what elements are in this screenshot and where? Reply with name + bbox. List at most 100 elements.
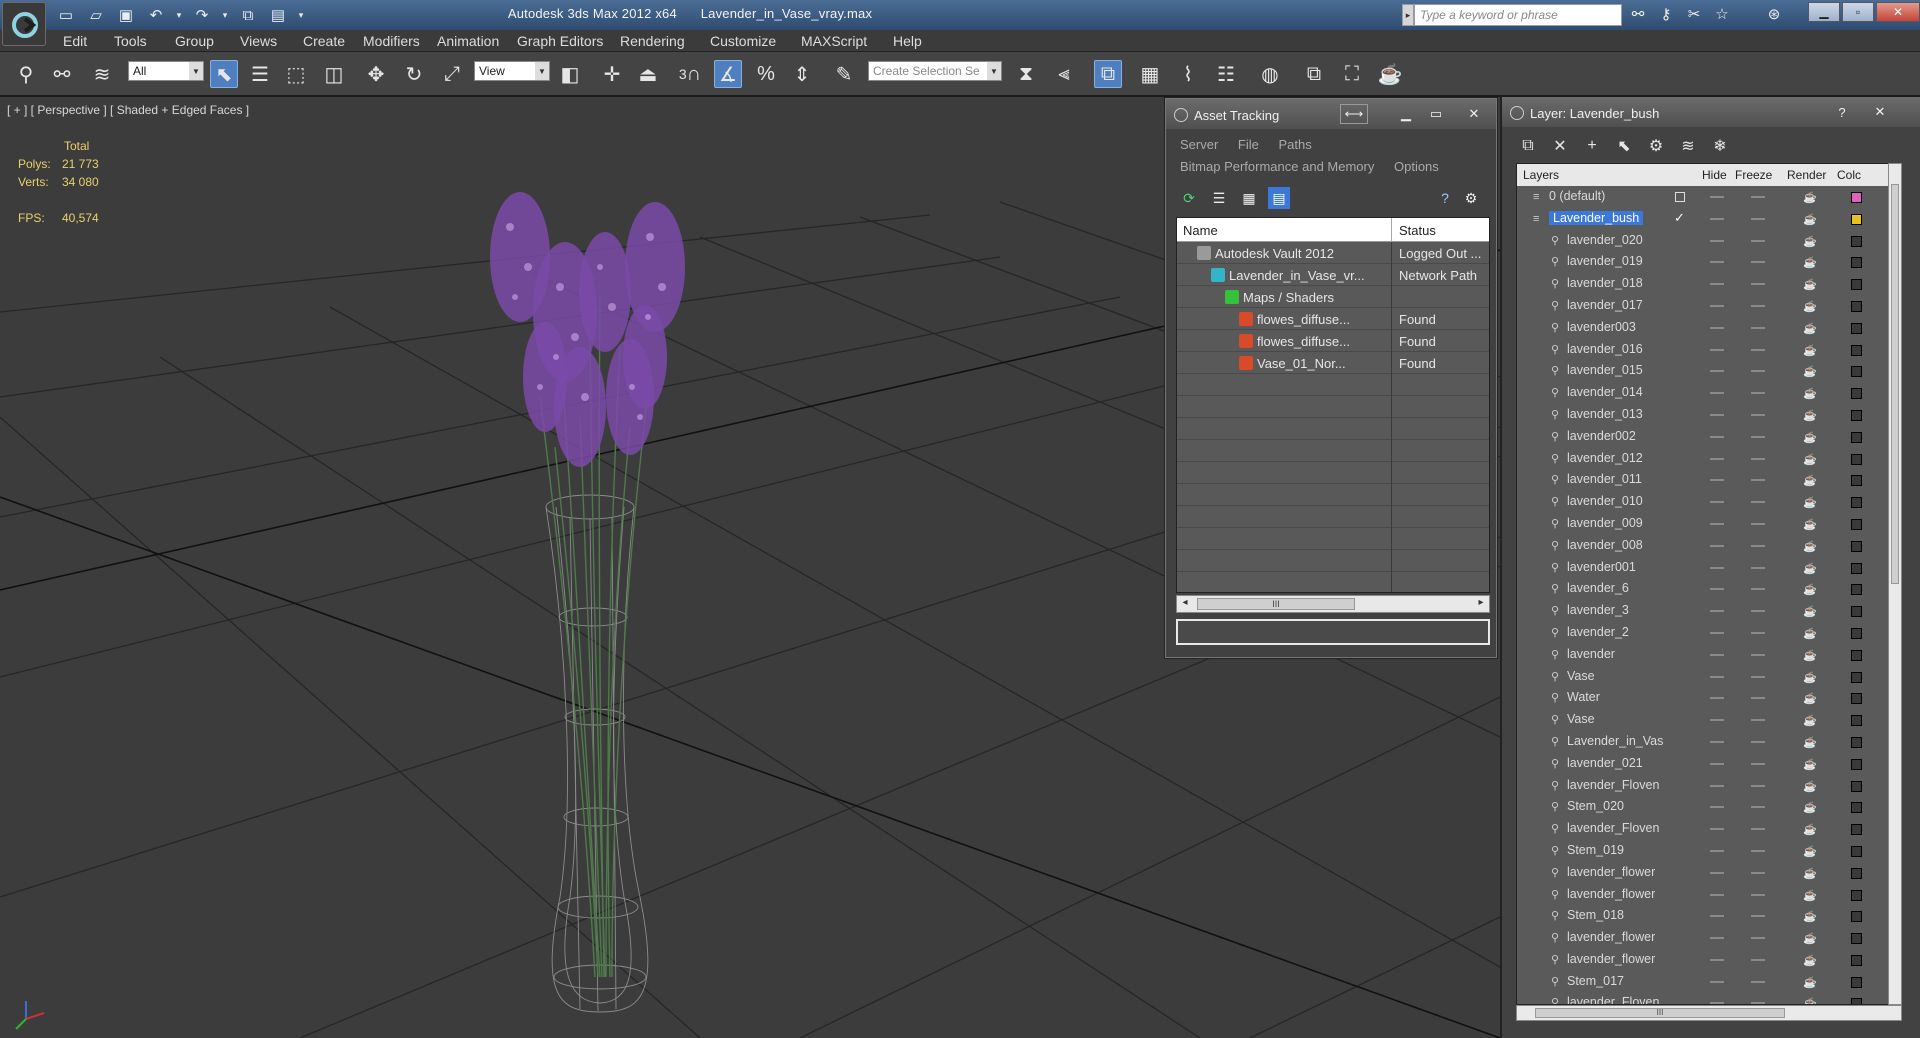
asset-menu-server[interactable]: Server: [1180, 137, 1218, 152]
layer-manager-icon[interactable]: ⧉: [1094, 60, 1122, 88]
layer-color-swatch[interactable]: [1851, 344, 1862, 356]
render-teapot-icon[interactable]: ☕: [1803, 627, 1817, 640]
layer-color-swatch[interactable]: [1851, 627, 1862, 639]
scroll-thumb[interactable]: III: [1197, 598, 1355, 610]
reference-coordinate-dropdown[interactable]: View ▼: [474, 61, 550, 81]
hide-toggle[interactable]: [1710, 522, 1724, 525]
asset-tracking-title-bar[interactable]: Asset Tracking ⟷ ▁ ▭ ✕: [1166, 99, 1496, 129]
layer-color-swatch[interactable]: [1851, 322, 1862, 334]
layer-horizontal-scrollbar[interactable]: III: [1516, 1005, 1902, 1021]
column-name[interactable]: Name: [1183, 223, 1218, 238]
layer-color-swatch[interactable]: [1851, 213, 1862, 225]
layer-name[interactable]: lavender_015: [1567, 363, 1643, 377]
render-teapot-icon[interactable]: ☕: [1803, 431, 1817, 444]
layer-row[interactable]: ⚲ lavender_Floven ☕: [1517, 775, 1901, 797]
pivot-center-icon[interactable]: ◧: [556, 60, 584, 88]
select-and-scale-icon[interactable]: ⤢: [438, 60, 466, 88]
layer-row[interactable]: ⚲ lavender_010 ☕: [1517, 491, 1901, 513]
layer-color-swatch[interactable]: [1851, 235, 1862, 247]
render-teapot-icon[interactable]: ☕: [1803, 736, 1817, 749]
mirror-icon[interactable]: ⧗: [1012, 60, 1040, 88]
layer-row[interactable]: ⚲ lavender ☕: [1517, 644, 1901, 666]
layer-color-swatch[interactable]: [1851, 584, 1862, 596]
layer-row[interactable]: ≡ 0 (default) ☕: [1517, 186, 1901, 208]
freeze-toggle[interactable]: [1751, 828, 1765, 831]
layer-name[interactable]: lavender_008: [1567, 538, 1643, 552]
layer-row[interactable]: ⚲ lavender002 ☕: [1517, 426, 1901, 448]
freeze-toggle[interactable]: [1751, 392, 1765, 395]
hide-toggle[interactable]: [1710, 719, 1724, 722]
render-teapot-icon[interactable]: ☕: [1803, 387, 1817, 400]
layer-color-swatch[interactable]: [1851, 279, 1862, 291]
asset-menu-paths[interactable]: Paths: [1279, 137, 1312, 152]
freeze-toggle[interactable]: [1751, 806, 1765, 809]
render-teapot-icon[interactable]: ☕: [1803, 235, 1817, 248]
asset-maximize-button[interactable]: ▭: [1422, 104, 1450, 124]
column-color[interactable]: Colc: [1837, 168, 1861, 182]
hide-toggle[interactable]: [1710, 653, 1724, 656]
freeze-toggle[interactable]: [1751, 304, 1765, 307]
communication-center-icon[interactable]: ✂: [1682, 3, 1706, 25]
menu-group[interactable]: Group: [175, 33, 214, 49]
hide-toggle[interactable]: [1710, 610, 1724, 613]
current-layer-checkbox[interactable]: [1675, 192, 1685, 202]
layer-color-swatch[interactable]: [1851, 780, 1862, 792]
hide-toggle[interactable]: [1710, 980, 1724, 983]
material-editor-icon[interactable]: ◍: [1256, 60, 1284, 88]
render-teapot-icon[interactable]: ☕: [1803, 758, 1817, 771]
render-setup-icon[interactable]: ⧉: [1300, 60, 1328, 88]
layer-row[interactable]: ⚲ lavender_008 ☕: [1517, 535, 1901, 557]
layer-row[interactable]: ⚲ Vase ☕: [1517, 666, 1901, 688]
hide-toggle[interactable]: [1710, 784, 1724, 787]
hide-toggle[interactable]: [1710, 413, 1724, 416]
hide-all-layers-icon[interactable]: ≋: [1676, 135, 1700, 157]
delete-layer-icon[interactable]: ✕: [1548, 135, 1572, 157]
asset-settings-icon[interactable]: ⚙: [1460, 187, 1482, 209]
hide-toggle[interactable]: [1710, 958, 1724, 961]
layer-name[interactable]: Stem_020: [1567, 799, 1624, 813]
layer-row[interactable]: ⚲ lavender_3 ☕: [1517, 600, 1901, 622]
layer-row[interactable]: ⚲ lavender_flower ☕: [1517, 949, 1901, 971]
render-teapot-icon[interactable]: ☕: [1803, 867, 1817, 880]
asset-row[interactable]: Maps / Shaders: [1177, 286, 1489, 308]
layer-row[interactable]: ⚲ lavender_017 ☕: [1517, 295, 1901, 317]
layer-row[interactable]: ⚲ Water ☕: [1517, 687, 1901, 709]
hide-toggle[interactable]: [1710, 849, 1724, 852]
layer-row[interactable]: ⚲ Vase ☕: [1517, 709, 1901, 731]
add-to-layer-icon[interactable]: +: [1580, 135, 1604, 157]
layer-row[interactable]: ⚲ lavender_019 ☕: [1517, 251, 1901, 273]
hide-toggle[interactable]: [1710, 806, 1724, 809]
asset-menu-file[interactable]: File: [1238, 137, 1259, 152]
selection-filter-dropdown[interactable]: All ▼: [128, 61, 204, 81]
layer-row[interactable]: ≡ Lavender_bush ✓ ☕: [1517, 208, 1901, 230]
layer-name[interactable]: lavender_011: [1567, 472, 1642, 486]
freeze-toggle[interactable]: [1751, 261, 1765, 264]
layer-name[interactable]: lavender003: [1567, 320, 1636, 334]
hide-toggle[interactable]: [1710, 217, 1724, 220]
select-by-name-icon[interactable]: ☰: [246, 60, 274, 88]
layer-name[interactable]: lavender_2: [1567, 625, 1629, 639]
layer-name[interactable]: lavender_020: [1567, 233, 1643, 247]
layer-color-swatch[interactable]: [1851, 693, 1862, 705]
asset-minimize-button[interactable]: ▁: [1392, 104, 1420, 124]
hide-toggle[interactable]: [1710, 326, 1724, 329]
layer-row[interactable]: ⚲ lavender_013 ☕: [1517, 404, 1901, 426]
hide-toggle[interactable]: [1710, 828, 1724, 831]
freeze-toggle[interactable]: [1751, 435, 1765, 438]
layer-name[interactable]: lavender002: [1567, 429, 1636, 443]
freeze-toggle[interactable]: [1751, 196, 1765, 198]
render-teapot-icon[interactable]: ☕: [1803, 649, 1817, 662]
menu-maxscript[interactable]: MAXScript: [801, 33, 867, 49]
freeze-toggle[interactable]: [1751, 413, 1765, 416]
layer-color-swatch[interactable]: [1851, 889, 1862, 901]
freeze-toggle[interactable]: [1751, 675, 1765, 678]
layer-row[interactable]: ⚲ lavender_flower ☕: [1517, 927, 1901, 949]
menu-help[interactable]: Help: [893, 33, 922, 49]
layer-manager-title-bar[interactable]: Layer: Lavender_bush ? ✕: [1502, 97, 1920, 127]
hide-toggle[interactable]: [1710, 435, 1724, 438]
hide-toggle[interactable]: [1710, 893, 1724, 896]
freeze-toggle[interactable]: [1751, 980, 1765, 983]
freeze-toggle[interactable]: [1751, 348, 1765, 351]
asset-path-field[interactable]: [1176, 619, 1490, 645]
asset-row[interactable]: Vase_01_Nor... Found: [1177, 352, 1489, 374]
